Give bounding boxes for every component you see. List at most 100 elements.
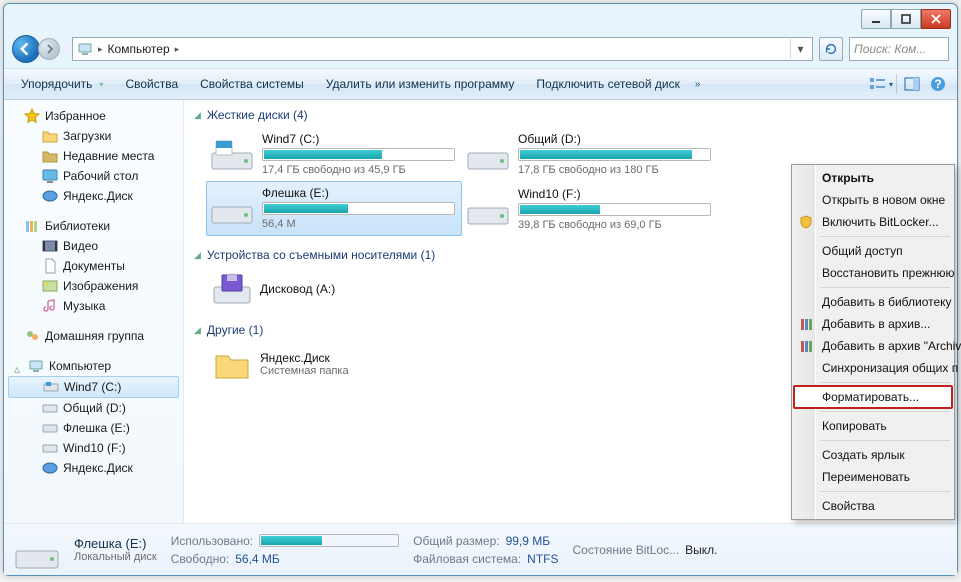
view-mode-button[interactable]: ▾ <box>868 72 894 96</box>
sidebar-item-downloads[interactable]: Загрузки <box>4 126 183 146</box>
sidebar-item-yandexdisk[interactable]: Яндекс.Диск <box>4 186 183 206</box>
explorer-window: ▸ Компьютер ▸ ▾ Поиск: Ком... Упорядочит… <box>3 3 958 576</box>
address-dropdown-button[interactable]: ▾ <box>790 39 810 59</box>
sidebar-item-drive-f[interactable]: Wind10 (F:) <box>4 438 183 458</box>
details-total-key: Общий размер: <box>413 534 499 548</box>
sidebar-item-label: Изображения <box>63 279 138 293</box>
forward-button[interactable] <box>38 38 60 60</box>
books-icon <box>798 316 814 332</box>
ctx-separator <box>820 287 950 288</box>
details-bitlocker-value: Выкл. <box>685 543 717 557</box>
folder-type: Системная папка <box>260 365 349 377</box>
help-button[interactable]: ? <box>925 72 951 96</box>
drive-f[interactable]: Wind10 (F:) 39,8 ГБ свободно из 69,0 ГБ <box>462 183 718 236</box>
capacity-bar <box>262 148 455 161</box>
map-network-drive-button[interactable]: Подключить сетевой диск <box>525 73 690 95</box>
capacity-bar <box>518 203 711 216</box>
breadcrumb-sep-icon[interactable]: ▸ <box>97 44 104 55</box>
section-hard-drives[interactable]: ◢ Жесткие диски (4) <box>186 104 957 126</box>
navigation-pane: Избранное Загрузки Недавние места Рабочи… <box>4 100 184 523</box>
desktop-icon <box>42 168 58 184</box>
toolbar-divider <box>896 74 897 94</box>
drive-icon <box>466 190 510 228</box>
maximize-button[interactable] <box>891 9 921 29</box>
sidebar-item-drive-d[interactable]: Общий (D:) <box>4 398 183 418</box>
nav-buttons <box>12 34 66 64</box>
details-kv-group: Использовано: Свободно:56,4 МБ <box>171 534 399 566</box>
sidebar-libraries[interactable]: Библиотеки <box>4 216 183 236</box>
computer-icon <box>77 41 93 57</box>
organize-button[interactable]: Упорядочить <box>10 73 114 95</box>
ctx-format[interactable]: Форматировать... <box>794 386 952 408</box>
ctx-add-to-archive[interactable]: Добавить в архив... <box>794 313 952 335</box>
floppy-a[interactable]: Дисковод (A:) <box>206 268 462 311</box>
collapse-icon: ◢ <box>194 250 201 261</box>
sidebar-item-documents[interactable]: Документы <box>4 256 183 276</box>
ctx-add-to-archive-named[interactable]: Добавить в архив "Archiv <box>794 335 952 357</box>
drive-name: Wind10 (F:) <box>518 187 711 201</box>
sidebar-item-pictures[interactable]: Изображения <box>4 276 183 296</box>
ctx-rename[interactable]: Переименовать <box>794 466 952 488</box>
ctx-create-shortcut[interactable]: Создать ярлык <box>794 444 952 466</box>
details-title-block: Флешка (E:) Локальный диск <box>74 536 157 563</box>
sidebar-item-music[interactable]: Музыка <box>4 296 183 316</box>
sidebar-item-drive-c[interactable]: Wind7 (C:) <box>8 376 179 398</box>
ctx-copy[interactable]: Копировать <box>794 415 952 437</box>
address-right: ▾ <box>790 39 810 59</box>
homegroup-icon <box>24 328 40 344</box>
window-titlebar <box>4 4 957 34</box>
svg-text:?: ? <box>934 77 941 91</box>
close-button[interactable] <box>921 9 951 29</box>
toolbar-overflow-button[interactable]: » <box>691 79 705 90</box>
ctx-restore-previous[interactable]: Восстановить прежнюю <box>794 262 952 284</box>
search-input[interactable]: Поиск: Ком... <box>849 37 949 61</box>
back-button[interactable] <box>12 35 40 63</box>
details-fs-value: NTFS <box>527 552 558 566</box>
refresh-button[interactable] <box>819 37 843 61</box>
sidebar-item-label: Видео <box>63 239 98 253</box>
drive-c[interactable]: Wind7 (C:) 17,4 ГБ свободно из 45,9 ГБ <box>206 128 462 181</box>
sidebar-item-label: Яндекс.Диск <box>63 189 133 203</box>
sidebar-computer-expander[interactable]: ▵ Компьютер <box>4 356 183 376</box>
details-free-key: Свободно: <box>171 552 230 566</box>
breadcrumb-location[interactable]: Компьютер <box>108 42 170 56</box>
ctx-sync-shared[interactable]: Синхронизация общих п <box>794 357 952 379</box>
drive-e[interactable]: Флешка (E:) 56,4 М <box>206 181 462 236</box>
sidebar-item-desktop[interactable]: Рабочий стол <box>4 166 183 186</box>
drive-icon <box>466 135 510 173</box>
video-icon <box>42 238 58 254</box>
preview-pane-button[interactable] <box>899 72 925 96</box>
sidebar-homegroup[interactable]: Домашняя группа <box>4 326 183 346</box>
yandex-disk-folder[interactable]: Яндекс.Диск Системная папка <box>206 343 462 386</box>
sidebar-item-yandexdisk2[interactable]: Яндекс.Диск <box>4 458 183 478</box>
details-bitlocker-key: Состояние BitLoc... <box>573 543 680 557</box>
documents-icon <box>42 258 58 274</box>
yandex-disk-icon <box>42 188 58 204</box>
drive-free-text: 56,4 М <box>262 218 455 230</box>
ctx-share[interactable]: Общий доступ <box>794 240 952 262</box>
address-bar[interactable]: ▸ Компьютер ▸ ▾ <box>72 37 813 61</box>
details-pane: Флешка (E:) Локальный диск Использовано:… <box>4 523 957 575</box>
drive-d[interactable]: Общий (D:) 17,8 ГБ свободно из 180 ГБ <box>462 128 718 181</box>
sidebar-item-label: Общий (D:) <box>63 401 126 415</box>
system-properties-button[interactable]: Свойства системы <box>189 73 315 95</box>
sidebar-item-drive-e[interactable]: Флешка (E:) <box>4 418 183 438</box>
ctx-properties[interactable]: Свойства <box>794 495 952 517</box>
uninstall-program-button[interactable]: Удалить или изменить программу <box>315 73 526 95</box>
drive-free-text: 39,8 ГБ свободно из 69,0 ГБ <box>518 219 711 231</box>
ctx-enable-bitlocker[interactable]: Включить BitLocker... <box>794 211 952 233</box>
ctx-separator <box>820 491 950 492</box>
breadcrumb-sep-icon[interactable]: ▸ <box>174 44 181 55</box>
minimize-button[interactable] <box>861 9 891 29</box>
drive-icon <box>43 379 59 395</box>
yandex-disk-icon <box>42 460 58 476</box>
sidebar-item-label: Флешка (E:) <box>63 421 130 435</box>
sidebar-favorites[interactable]: Избранное <box>4 106 183 126</box>
ctx-add-to-library[interactable]: Добавить в библиотеку <box>794 291 952 313</box>
sidebar-item-videos[interactable]: Видео <box>4 236 183 256</box>
properties-button[interactable]: Свойства <box>114 73 189 95</box>
search-placeholder: Поиск: Ком... <box>854 42 926 56</box>
ctx-open-new-window[interactable]: Открыть в новом окне <box>794 189 952 211</box>
sidebar-item-recent[interactable]: Недавние места <box>4 146 183 166</box>
ctx-open[interactable]: Открыть <box>794 167 952 189</box>
